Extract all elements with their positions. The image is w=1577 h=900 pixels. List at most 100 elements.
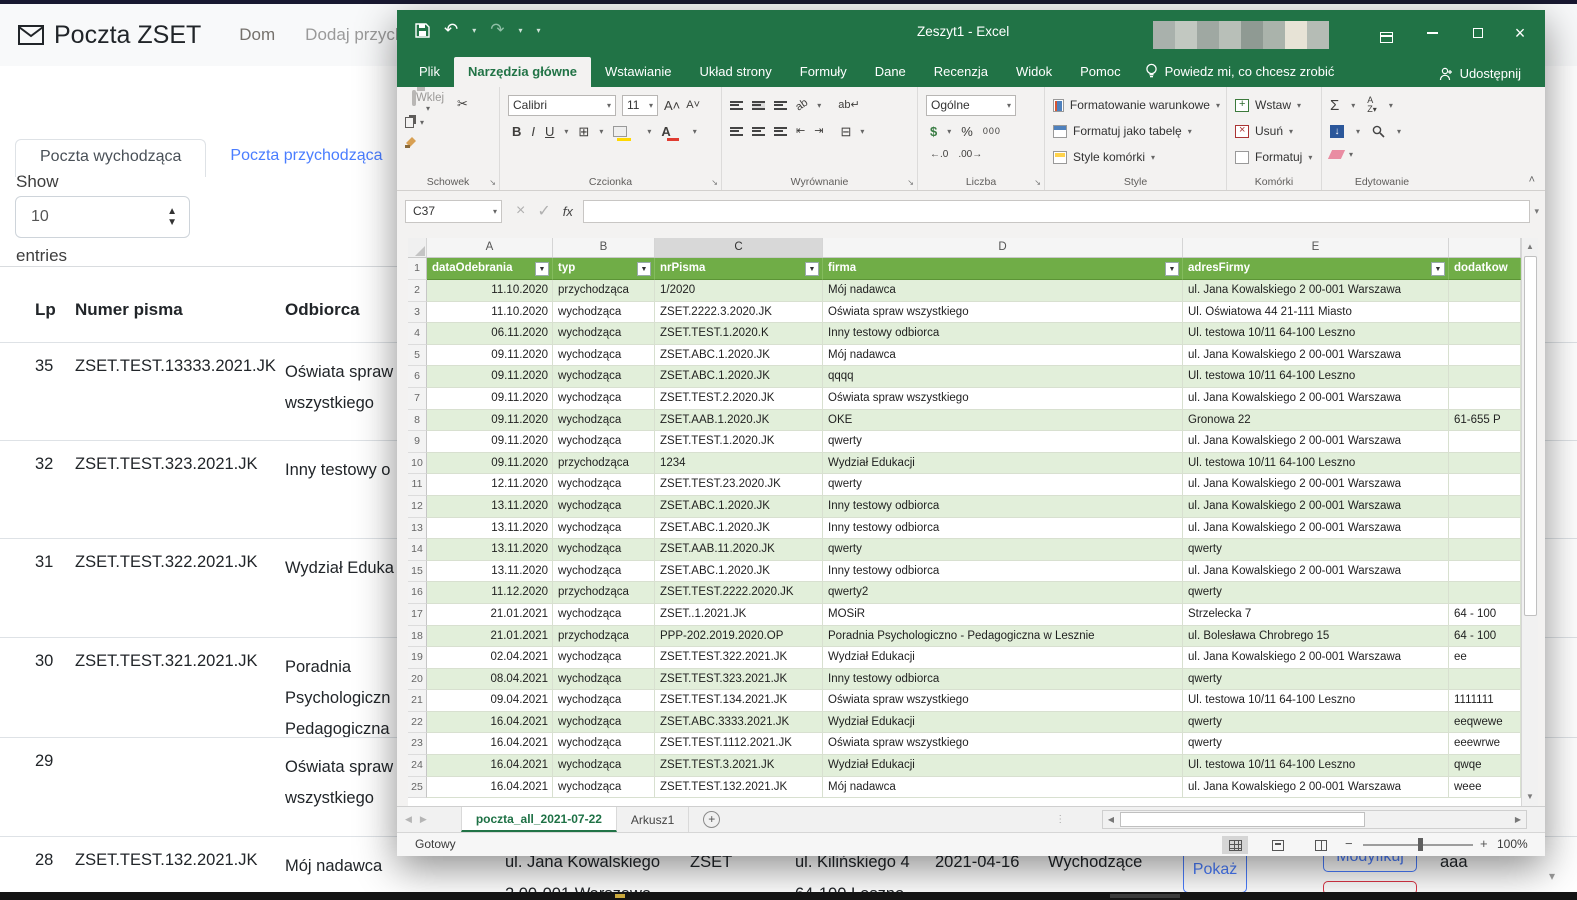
row-header[interactable]: 20 (408, 668, 427, 691)
cell[interactable]: wychodząca (553, 387, 655, 410)
italic-button[interactable]: I (531, 125, 535, 138)
close-button[interactable]: × (1503, 20, 1537, 46)
normal-view-icon[interactable] (1222, 836, 1248, 854)
cell[interactable]: wychodząca (553, 776, 655, 799)
cell[interactable]: 02.04.2021 (427, 647, 553, 669)
row-header[interactable]: 16 (408, 582, 427, 604)
cell[interactable]: Inny testowy odbiorca (823, 517, 1183, 540)
cell[interactable]: ZSET.TEST.2.2020.JK (655, 387, 823, 410)
cell[interactable]: wychodząca (553, 668, 655, 691)
cell[interactable]: Ul. testowa 10/11 64-100 Leszno (1183, 366, 1449, 388)
cell[interactable]: 13.11.2020 (427, 517, 553, 540)
cell[interactable]: ul. Jana Kowalskiego 2 00-001 Warszawa (1183, 776, 1449, 799)
save-icon[interactable] (415, 22, 430, 38)
font-size-select[interactable]: 11 ▾ (622, 94, 658, 116)
tab-pomoc[interactable]: Pomoc (1066, 57, 1134, 87)
cell[interactable]: 09.11.2020 (427, 431, 553, 453)
sheet-tab-arkusz1[interactable]: Arkusz1 (617, 807, 690, 832)
minimize-button[interactable] (1415, 20, 1449, 46)
row-header[interactable]: 14 (408, 539, 427, 561)
czcionka-dialog-launcher-icon[interactable]: ↘ (711, 178, 718, 187)
filter-dropdown-icon[interactable]: ▼ (637, 261, 651, 276)
row-header[interactable]: 2 (408, 280, 427, 302)
cell[interactable]: 13.11.2020 (427, 539, 553, 561)
zoom-level[interactable]: 100% (1497, 837, 1528, 851)
row-header[interactable]: 9 (408, 431, 427, 453)
cell[interactable]: Oświata spraw wszystkiego (823, 690, 1183, 712)
cell[interactable]: ul. Bolesława Chrobrego 15 (1183, 625, 1449, 648)
delete-cells-button[interactable]: Usuń▾ (1235, 118, 1315, 144)
grow-font-icon[interactable]: A˄ (664, 99, 680, 112)
cell[interactable]: qwerty (1183, 733, 1449, 756)
maximize-button[interactable] (1461, 20, 1495, 46)
row-header[interactable]: 11 (408, 474, 427, 496)
cell[interactable]: ZSET.TEST.1112.2021.JK (655, 733, 823, 756)
column-header-C[interactable]: C (655, 238, 823, 257)
scroll-right-icon[interactable]: ▶ (1510, 811, 1526, 828)
tab-wstawianie[interactable]: Wstawianie (591, 57, 685, 87)
font-color-icon[interactable]: A (661, 125, 670, 138)
cell[interactable]: Wydział Edukacji (823, 711, 1183, 734)
cell[interactable]: eeqwewe (1449, 711, 1521, 734)
cell[interactable]: qwerty (1183, 582, 1449, 604)
filter-dropdown-icon[interactable]: ▼ (535, 261, 549, 276)
format-painter-icon[interactable] (405, 136, 417, 148)
cell[interactable]: qwerty (823, 431, 1183, 453)
column-header-B[interactable]: B (553, 238, 655, 257)
cell[interactable]: ul. Jana Kowalskiego 2 00-001 Warszawa (1183, 344, 1449, 367)
cell[interactable]: 61-655 P (1449, 409, 1521, 432)
page-layout-view-icon[interactable] (1265, 836, 1291, 854)
table-header-cell[interactable]: dataOdebrania ▼ (427, 258, 553, 280)
cell[interactable]: 09.11.2020 (427, 387, 553, 410)
tell-me-box[interactable]: Powiedz mi, co chcesz zrobić (1135, 56, 1345, 87)
cell[interactable]: MOSiR (823, 603, 1183, 626)
cell[interactable]: ZSET.ABC.1.2020.JK (655, 366, 823, 388)
cut-icon[interactable]: ✂ (457, 97, 468, 110)
cell[interactable]: 11.10.2020 (427, 301, 553, 324)
percent-format-icon[interactable]: % (961, 125, 973, 138)
cell[interactable]: Wydział Edukacji (823, 755, 1183, 777)
cell[interactable]: Mój nadawca (823, 344, 1183, 367)
undo-dropdown-icon[interactable]: ▾ (472, 26, 476, 35)
cell-styles-button[interactable]: Style komórki ▾ (1053, 144, 1220, 170)
filter-dropdown-icon[interactable]: ▼ (1165, 261, 1179, 276)
decrease-decimal-icon[interactable]: .00→ (958, 148, 982, 161)
cell[interactable]: qwerty (1183, 668, 1449, 691)
cell[interactable]: OKE (823, 409, 1183, 432)
shrink-font-icon[interactable]: A˅ (686, 99, 700, 112)
cell[interactable]: ZSET.AAB.1.2020.JK (655, 409, 823, 432)
horizontal-scrollbar[interactable]: ◀ ▶ (1102, 810, 1527, 829)
align-left-icon[interactable] (730, 126, 743, 136)
cell[interactable]: ZSET.TEST.134.2021.JK (655, 690, 823, 712)
cell[interactable]: Ul. testowa 10/11 64-100 Leszno (1183, 690, 1449, 712)
align-middle-icon[interactable] (752, 100, 765, 110)
cell[interactable]: wychodząca (553, 539, 655, 561)
cell[interactable] (1449, 301, 1521, 324)
cell[interactable] (1449, 495, 1521, 518)
cell[interactable]: Poradnia Psychologiczno - Pedagogiczna w… (823, 625, 1183, 648)
row-header[interactable]: 23 (408, 733, 427, 756)
cell[interactable] (1449, 517, 1521, 540)
cell[interactable]: przychodząca (553, 625, 655, 648)
bold-button[interactable]: B (512, 125, 521, 138)
cell[interactable]: 12.11.2020 (427, 474, 553, 496)
cell[interactable]: przychodząca (553, 452, 655, 475)
find-select-icon[interactable] (1372, 125, 1385, 138)
orientation-icon[interactable]: ab (793, 96, 810, 114)
liczba-dialog-launcher-icon[interactable]: ↘ (1034, 178, 1041, 187)
copy-icon[interactable] (405, 117, 414, 128)
select-all-button[interactable] (408, 238, 427, 257)
cell[interactable]: ul. Jana Kowalskiego 2 00-001 Warszawa (1183, 387, 1449, 410)
scroll-up-icon[interactable]: ▲ (1522, 239, 1538, 255)
zoom-in-icon[interactable]: + (1480, 836, 1488, 851)
cell[interactable]: ZSET.TEST.3.2021.JK (655, 755, 823, 777)
cell[interactable]: 09.11.2020 (427, 366, 553, 388)
cell[interactable]: wychodząca (553, 323, 655, 345)
sort-filter-icon[interactable]: A Z▾ (1367, 96, 1377, 115)
cell[interactable]: Mój nadawca (823, 776, 1183, 799)
cell[interactable]: ZSET.ABC.1.2020.JK (655, 495, 823, 518)
cell[interactable]: 13.11.2020 (427, 495, 553, 518)
cell[interactable]: 06.11.2020 (427, 323, 553, 345)
cell[interactable]: 1234 (655, 452, 823, 475)
column-header-A[interactable]: A (427, 238, 553, 257)
